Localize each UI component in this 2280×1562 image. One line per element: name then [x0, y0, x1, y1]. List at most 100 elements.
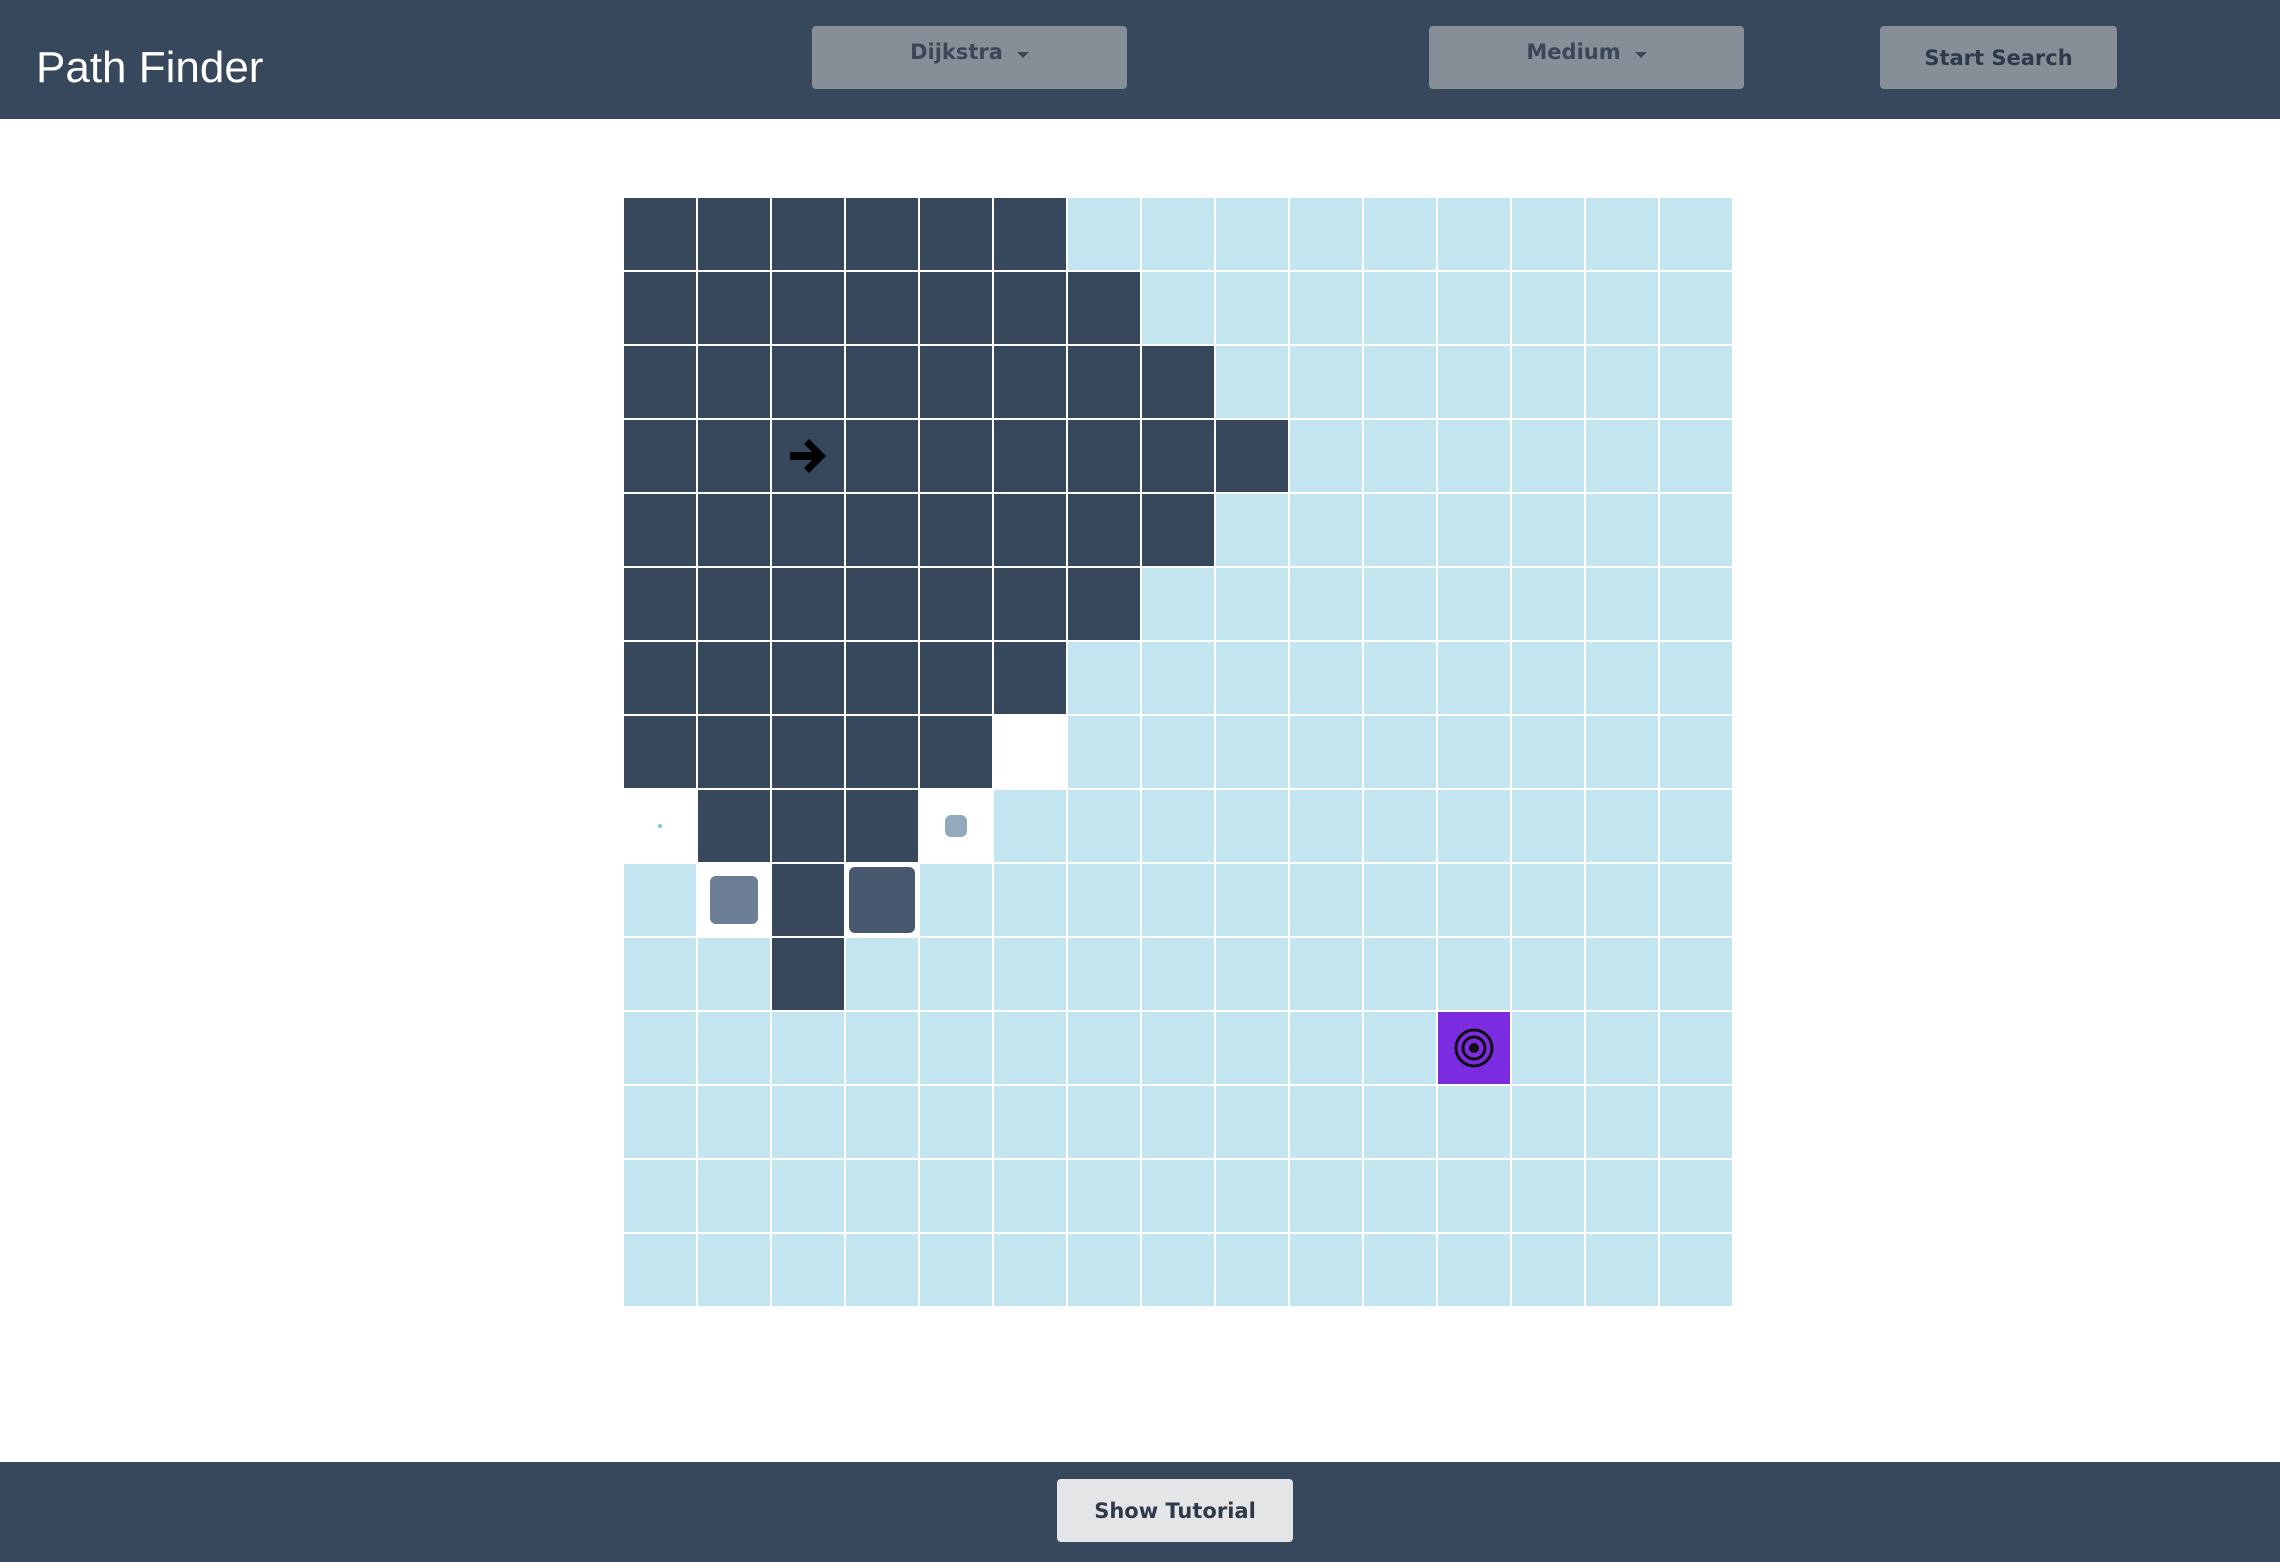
grid-cell[interactable] [1438, 716, 1510, 788]
grid-cell[interactable] [1660, 642, 1732, 714]
grid-cell[interactable] [1142, 716, 1214, 788]
grid-cell[interactable] [846, 272, 918, 344]
grid-cell[interactable] [920, 272, 992, 344]
grid-cell[interactable] [1438, 346, 1510, 418]
grid-cell[interactable] [1068, 272, 1140, 344]
grid-cell[interactable] [1142, 346, 1214, 418]
grid-cell[interactable] [1660, 420, 1732, 492]
grid-cell[interactable] [1068, 1234, 1140, 1306]
grid-cell[interactable] [1216, 1234, 1288, 1306]
grid-cell[interactable] [1142, 938, 1214, 1010]
grid-cell[interactable] [698, 420, 770, 492]
grid-cell[interactable] [1660, 568, 1732, 640]
grid-cell[interactable] [920, 790, 992, 862]
grid-cell[interactable] [920, 420, 992, 492]
grid-cell[interactable] [1216, 420, 1288, 492]
grid-cell[interactable] [698, 1234, 770, 1306]
grid-cell[interactable] [1290, 716, 1362, 788]
grid-cell[interactable] [1216, 1160, 1288, 1232]
grid-cell[interactable] [1216, 198, 1288, 270]
grid-cell[interactable] [1438, 568, 1510, 640]
grid-cell[interactable] [1142, 864, 1214, 936]
grid-cell[interactable] [920, 198, 992, 270]
grid-cell[interactable] [1216, 790, 1288, 862]
grid-cell[interactable] [994, 272, 1066, 344]
grid-cell[interactable] [698, 198, 770, 270]
grid-cell[interactable] [698, 938, 770, 1010]
grid-cell[interactable] [994, 494, 1066, 566]
grid-cell[interactable] [994, 1012, 1066, 1084]
grid-cell[interactable] [1142, 272, 1214, 344]
grid-cell[interactable] [1364, 1234, 1436, 1306]
grid-cell[interactable] [772, 1160, 844, 1232]
grid-cell[interactable] [624, 1160, 696, 1232]
grid-cell[interactable] [920, 1160, 992, 1232]
pathfinding-grid[interactable] [624, 198, 1732, 1306]
grid-cell[interactable] [920, 1234, 992, 1306]
grid-cell[interactable] [772, 1012, 844, 1084]
grid-cell[interactable] [772, 642, 844, 714]
grid-cell[interactable] [1660, 938, 1732, 1010]
grid-cell[interactable] [1512, 938, 1584, 1010]
grid-cell[interactable] [698, 346, 770, 418]
grid-cell[interactable] [624, 642, 696, 714]
grid-cell[interactable] [1364, 938, 1436, 1010]
grid-cell[interactable] [1142, 568, 1214, 640]
start-node[interactable] [772, 420, 844, 492]
grid-cell[interactable] [1364, 716, 1436, 788]
grid-cell[interactable] [1142, 642, 1214, 714]
grid-cell[interactable] [772, 938, 844, 1010]
grid-cell[interactable] [1512, 494, 1584, 566]
grid-cell[interactable] [1290, 790, 1362, 862]
grid-cell[interactable] [1586, 790, 1658, 862]
grid-cell[interactable] [1660, 1234, 1732, 1306]
grid-cell[interactable] [1586, 1086, 1658, 1158]
grid-cell[interactable] [1512, 346, 1584, 418]
grid-cell[interactable] [920, 642, 992, 714]
grid-cell[interactable] [846, 1234, 918, 1306]
grid-cell[interactable] [698, 1086, 770, 1158]
grid-cell[interactable] [1290, 346, 1362, 418]
grid-cell[interactable] [1586, 198, 1658, 270]
grid-cell[interactable] [698, 1012, 770, 1084]
grid-cell[interactable] [994, 716, 1066, 788]
grid-cell[interactable] [1364, 420, 1436, 492]
grid-cell[interactable] [624, 272, 696, 344]
target-node[interactable] [1438, 1012, 1510, 1084]
grid-cell[interactable] [1142, 494, 1214, 566]
grid-cell[interactable] [920, 1086, 992, 1158]
grid-cell[interactable] [920, 864, 992, 936]
grid-cell[interactable] [1364, 568, 1436, 640]
grid-cell[interactable] [1068, 1012, 1140, 1084]
grid-cell[interactable] [1216, 642, 1288, 714]
grid-cell[interactable] [1438, 864, 1510, 936]
grid-cell[interactable] [1068, 1160, 1140, 1232]
grid-cell[interactable] [1068, 346, 1140, 418]
grid-cell[interactable] [624, 568, 696, 640]
grid-cell[interactable] [1364, 1012, 1436, 1084]
grid-cell[interactable] [1290, 198, 1362, 270]
grid-cell[interactable] [1512, 1160, 1584, 1232]
grid-cell[interactable] [846, 790, 918, 862]
grid-cell[interactable] [846, 716, 918, 788]
start-search-button[interactable]: Start Search [1880, 26, 2117, 89]
grid-cell[interactable] [1438, 420, 1510, 492]
grid-cell[interactable] [920, 494, 992, 566]
grid-cell[interactable] [1068, 790, 1140, 862]
grid-cell[interactable] [1216, 716, 1288, 788]
grid-cell[interactable] [1660, 272, 1732, 344]
grid-cell[interactable] [1512, 790, 1584, 862]
grid-cell[interactable] [1660, 494, 1732, 566]
grid-cell[interactable] [1216, 864, 1288, 936]
grid-cell[interactable] [920, 568, 992, 640]
grid-cell[interactable] [624, 1012, 696, 1084]
grid-cell[interactable] [698, 642, 770, 714]
grid-cell[interactable] [1660, 1012, 1732, 1084]
grid-cell[interactable] [1142, 790, 1214, 862]
algorithm-dropdown[interactable]: Dijkstra [812, 26, 1127, 89]
grid-cell[interactable] [1438, 1160, 1510, 1232]
grid-cell[interactable] [1364, 1086, 1436, 1158]
grid-cell[interactable] [772, 864, 844, 936]
grid-cell[interactable] [1660, 198, 1732, 270]
grid-cell[interactable] [1512, 1012, 1584, 1084]
